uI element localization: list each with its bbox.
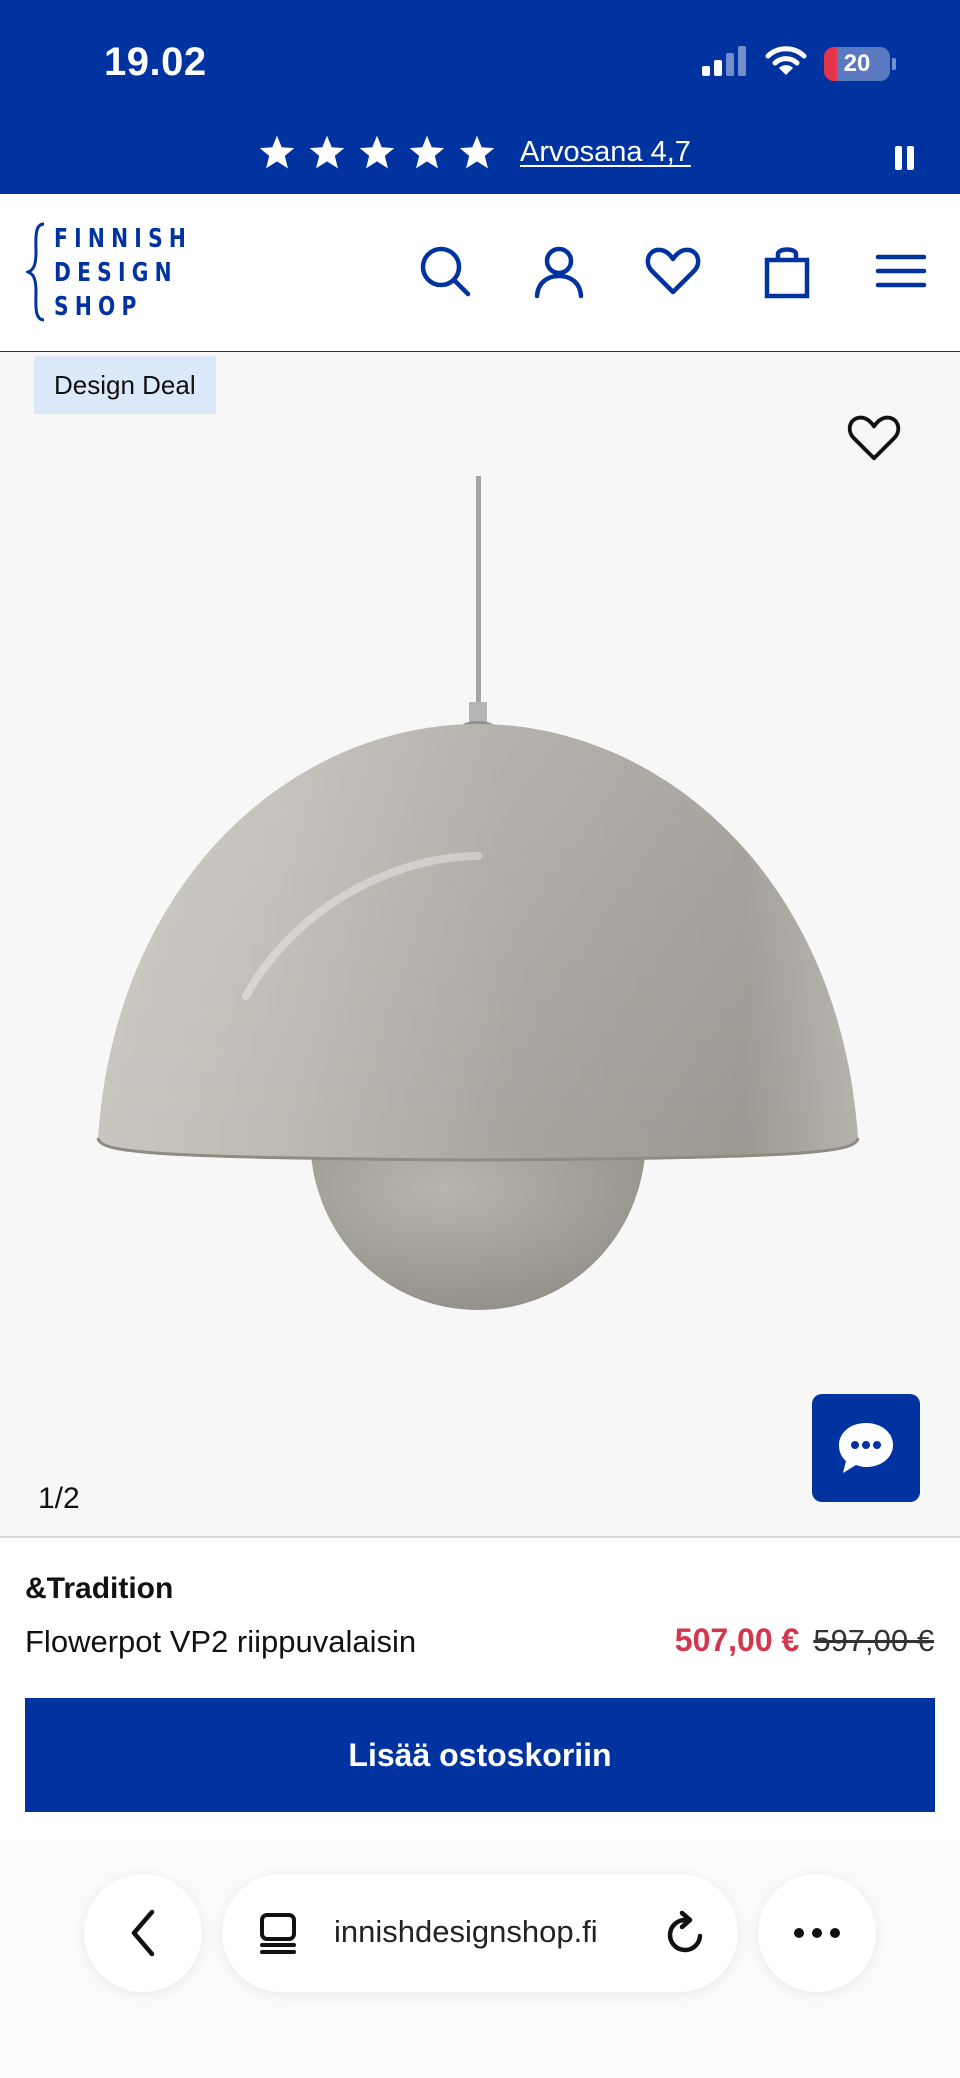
star-icon [359,135,395,169]
status-bar: 19.02 20 [0,0,960,124]
tabs-icon [260,1913,296,1954]
rating-summary: Arvosana 4,7 [258,134,691,170]
more-dot [794,1928,804,1938]
battery-fill [824,46,838,81]
product-brand[interactable]: &Tradition [25,1572,173,1606]
pause-icon-bar [907,146,914,170]
battery-level-text: 20 [843,49,871,77]
status-icons: 20 [700,44,896,83]
url-text: innishdesignshop.fi [334,1914,598,1949]
account-icon[interactable] [530,242,588,300]
logo-brace-icon [26,222,45,322]
product-image-carousel[interactable]: Design Deal 1/2 [0,352,960,1538]
address-bar[interactable]: innishdesignshop.fi [222,1874,738,1992]
cart-icon[interactable] [758,242,816,300]
product-info: &Tradition Flowerpot VP2 riippuvalaisin … [0,1538,960,1698]
back-button[interactable] [84,1874,202,1992]
design-deal-badge: Design Deal [34,356,216,414]
image-counter: 1/2 [38,1482,80,1515]
site-header: FINNISH DESIGN SHOP [0,194,960,352]
pause-button[interactable] [895,146,914,170]
logo-line: SHOP [54,292,143,322]
header-actions [416,242,930,300]
star-icon [409,135,445,169]
rating-bar: Arvosana 4,7 [0,124,960,194]
add-to-wishlist-heart-icon[interactable] [846,410,902,466]
add-to-cart-button[interactable]: Lisää ostoskoriin [25,1698,935,1812]
logo-line: DESIGN [54,258,178,288]
logo-line: FINNISH [54,224,193,254]
battery-nub [892,57,896,70]
chevron-left-icon [131,1909,155,1957]
star-icon [459,135,495,169]
sale-price: 507,00 € [674,1622,800,1658]
logo[interactable]: FINNISH DESIGN SHOP [26,222,186,322]
rating-stars [258,134,496,170]
chat-button[interactable] [812,1394,920,1502]
wishlist-icon[interactable] [644,242,702,300]
pause-icon-bar [895,146,902,170]
menu-icon[interactable] [872,242,930,300]
battery-indicator: 20 [824,46,890,81]
cellular-signal-icon [700,44,748,83]
browser-toolbar: innishdesignshop.fi [0,1840,960,2078]
logo-text: FINNISH DESIGN SHOP [54,222,192,324]
more-dot [830,1928,840,1938]
original-price: 597,00 € [813,1623,934,1658]
star-icon [259,135,295,169]
status-time: 19.02 [104,40,207,84]
rating-link[interactable]: Arvosana 4,7 [520,136,691,169]
search-icon[interactable] [416,242,474,300]
wifi-icon [764,44,808,83]
more-options-button[interactable] [758,1874,876,1992]
reload-icon[interactable] [664,1910,708,1956]
product-name: Flowerpot VP2 riippuvalaisin [25,1624,417,1659]
star-icon [309,135,345,169]
more-dot [812,1928,822,1938]
price-row: 507,00 € 597,00 € [675,1622,934,1659]
product-image [96,476,860,1310]
chat-icon [839,1423,893,1473]
